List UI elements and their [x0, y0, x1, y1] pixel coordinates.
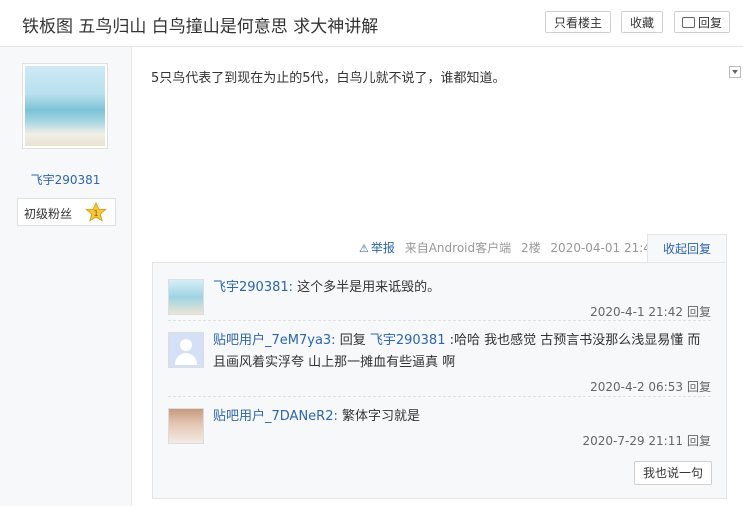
comments-box: 飞宇290381: 这个多半是用来诋毁的。 2020-4-1 21:42 回复 贴…: [152, 262, 727, 499]
thread-title: 铁板图 五鸟归山 白鸟撞山是何意思 求大神讲解: [22, 17, 379, 37]
comment-body: 这个多半是用来诋毁的。: [293, 280, 441, 295]
comment-time: 2020-7-29 21:11 回复: [582, 432, 711, 449]
comment-time: 2020-4-1 21:42 回复: [590, 303, 711, 320]
warning-icon: ⚠: [359, 242, 369, 255]
author-panel: 飞宇290381 初级粉丝 1: [0, 47, 132, 506]
comment-reply-link[interactable]: 回复: [687, 305, 711, 319]
author-name[interactable]: 飞宇290381: [0, 171, 131, 188]
favorite-button[interactable]: 收藏: [621, 11, 663, 33]
post-datetime: 2020-04-01 21:40: [550, 241, 659, 255]
comment-time: 2020-4-2 06:53 回复: [590, 378, 711, 395]
floor-number: 2楼: [520, 241, 541, 255]
commenter-name[interactable]: 贴吧用户_7eM7ya3:: [213, 333, 336, 348]
fan-level-label: 初级粉丝: [24, 207, 73, 221]
star-level-icon: 1: [85, 202, 107, 222]
commenter-name[interactable]: 飞宇290381:: [213, 280, 293, 295]
comment-reply-link[interactable]: 回复: [687, 434, 711, 448]
reply-target-user[interactable]: 飞宇290381: [370, 333, 446, 348]
comment-text: 贴吧用户_7eM7ya3: 回复 飞宇290381 :哈哈 我也感觉 古预言书没…: [213, 330, 713, 374]
comment-divider: [168, 320, 711, 321]
author-avatar[interactable]: [22, 63, 108, 149]
report-link[interactable]: ⚠ 举报: [359, 241, 395, 255]
reply-button[interactable]: 回复: [674, 11, 730, 33]
reply-prefix: 回复: [335, 333, 370, 348]
commenter-avatar[interactable]: [168, 332, 204, 368]
post-source: 来自Android客户端: [404, 241, 512, 255]
commenter-avatar[interactable]: [168, 279, 204, 315]
thread-header: 铁板图 五鸟归山 白鸟撞山是何意思 求大神讲解 只看楼主 收藏 回复: [0, 0, 743, 47]
add-comment-button[interactable]: 我也说一句: [634, 461, 712, 485]
reply-button-label: 回复: [697, 16, 722, 30]
post-menu-dropdown[interactable]: [729, 66, 741, 78]
only-op-button[interactable]: 只看楼主: [545, 11, 611, 33]
post-content: 5只鸟代表了到现在为止的5代，白鸟儿就不说了，谁都知道。: [151, 71, 506, 86]
comment-body: 繁体字习就是: [337, 409, 420, 424]
comment-icon: [681, 17, 695, 28]
post-meta: ⚠ 举报 来自Android客户端 2楼 2020-04-01 21:40: [359, 239, 665, 257]
commenter-name[interactable]: 贴吧用户_7DANeR2:: [213, 409, 338, 424]
collapse-replies-button[interactable]: 收起回复: [647, 234, 727, 262]
comment-text: 飞宇290381: 这个多半是用来诋毁的。: [213, 277, 713, 299]
comment-timestamp: 2020-7-29 21:11: [582, 434, 683, 448]
star-level-number: 1: [93, 209, 98, 218]
comment-reply-link[interactable]: 回复: [687, 380, 711, 394]
comment-timestamp: 2020-4-2 06:53: [590, 380, 683, 394]
comment-text: 贴吧用户_7DANeR2: 繁体字习就是: [213, 406, 713, 428]
report-label: 举报: [370, 241, 395, 255]
comment-divider: [168, 396, 711, 397]
commenter-avatar[interactable]: [168, 408, 204, 444]
comment-timestamp: 2020-4-1 21:42: [590, 305, 683, 319]
fan-badge[interactable]: 初级粉丝 1: [17, 198, 116, 226]
